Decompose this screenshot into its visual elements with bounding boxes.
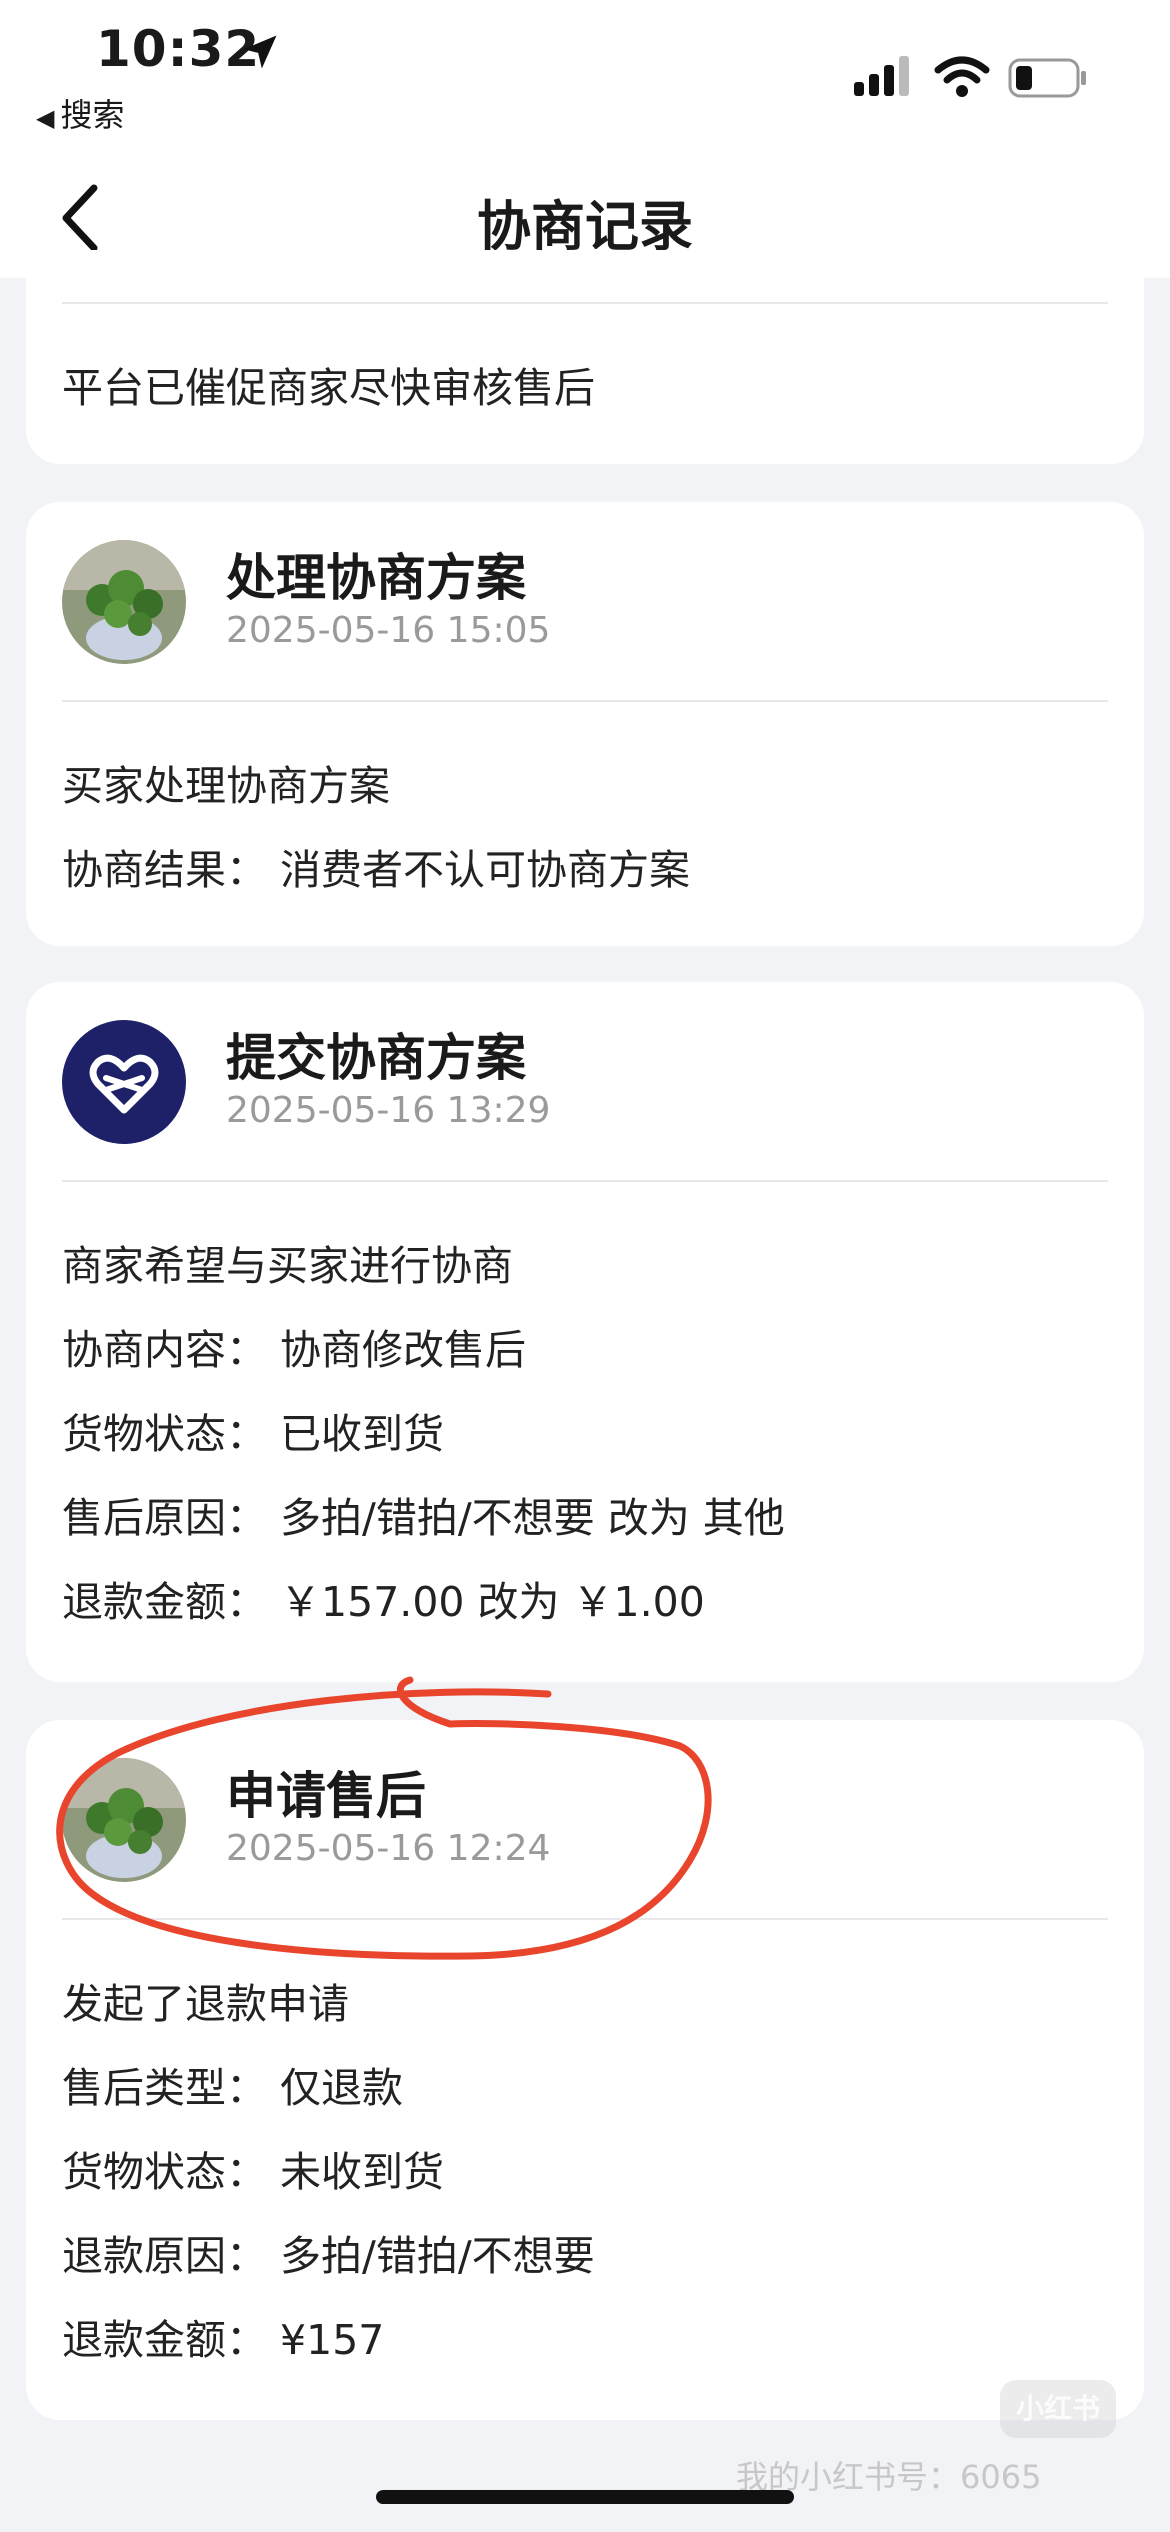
card-divider (62, 1918, 1108, 1920)
back-to-app-link[interactable]: ◀ 搜索 (36, 90, 124, 136)
record-title: 提交协商方案 (226, 1029, 526, 1087)
record-time: 2025-05-16 13:29 (226, 1090, 551, 1131)
record-card-handle-proposal: 处理协商方案 2025-05-16 15:05 买家处理协商方案 协商结果： 消… (26, 502, 1144, 946)
record-header: 申请售后 2025-05-16 12:24 (26, 1720, 1144, 1920)
record-card-apply-aftersale: 申请售后 2025-05-16 12:24 发起了退款申请 售后类型： 仅退款 … (26, 1720, 1144, 2420)
record-line: 发起了退款申请 (62, 1980, 349, 2028)
record-line: 买家处理协商方案 (62, 762, 390, 810)
record-card-platform-urge: 平台已催促商家尽快审核售后 (26, 250, 1144, 464)
watermark-logo: 小红书 (1000, 2380, 1116, 2438)
plant-photo-icon (62, 540, 186, 664)
record-line: 平台已催促商家尽快审核售后 (62, 364, 595, 412)
record-line: 退款金额： ¥157 (62, 2316, 385, 2364)
record-line: 售后类型： 仅退款 (62, 2064, 404, 2112)
avatar (62, 1758, 186, 1882)
record-line: 货物状态： 未收到货 (62, 2148, 445, 2196)
record-card-submit-proposal: 提交协商方案 2025-05-16 13:29 商家希望与买家进行协商 协商内容… (26, 982, 1144, 1682)
location-arrow-icon (243, 35, 277, 69)
home-indicator[interactable] (376, 2490, 794, 2504)
record-time: 2025-05-16 12:24 (226, 1828, 551, 1869)
record-line: 协商内容： 协商修改售后 (62, 1326, 527, 1374)
card-divider (62, 302, 1108, 304)
wifi-icon (934, 56, 990, 97)
watermark-logo-text: 小红书 (1015, 2392, 1100, 2425)
card-divider (62, 700, 1108, 702)
record-header: 提交协商方案 2025-05-16 13:29 (26, 982, 1144, 1182)
back-triangle-icon: ◀ (36, 104, 55, 132)
back-app-label: 搜索 (60, 96, 125, 134)
cellular-signal-icon (854, 56, 909, 96)
battery-icon (1008, 58, 1086, 98)
heart-logo-icon (89, 1054, 159, 1114)
record-line: 售后原因： 多拍/错拍/不想要 改为 其他 (62, 1494, 785, 1542)
plant-photo-icon (62, 1758, 186, 1882)
record-line: 协商结果： 消费者不认可协商方案 (62, 846, 691, 894)
avatar (62, 540, 186, 664)
record-line: 退款原因： 多拍/错拍/不想要 (62, 2232, 595, 2280)
avatar (62, 1020, 186, 1144)
record-line: 退款金额： ￥157.00 改为 ￥1.00 (62, 1578, 705, 1626)
card-divider (62, 1180, 1108, 1182)
record-line: 货物状态： 已收到货 (62, 1410, 445, 1458)
status-time: 10:32 (96, 20, 261, 78)
record-time: 2025-05-16 15:05 (226, 610, 551, 651)
record-line: 商家希望与买家进行协商 (62, 1242, 513, 1290)
record-title: 申请售后 (226, 1767, 426, 1825)
record-header: 处理协商方案 2025-05-16 15:05 (26, 502, 1144, 702)
status-bar: 10:32 ◀ 搜索 (0, 0, 1170, 160)
record-title: 处理协商方案 (226, 549, 526, 607)
